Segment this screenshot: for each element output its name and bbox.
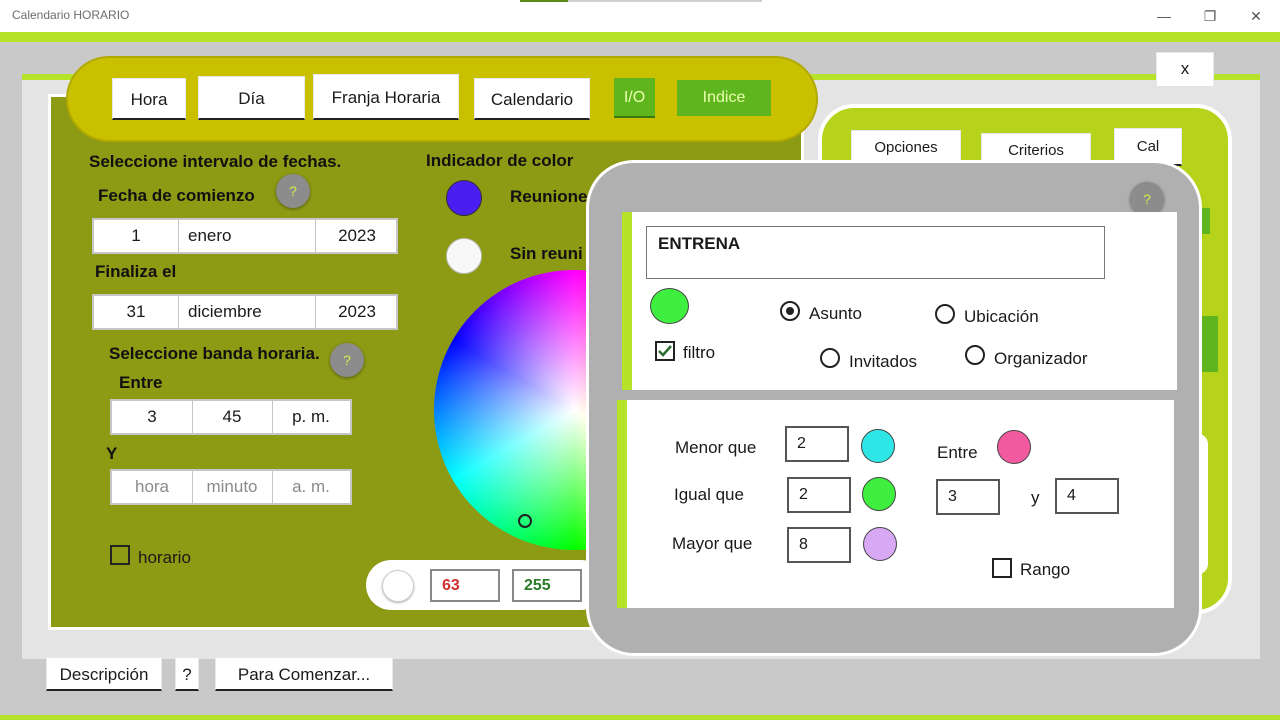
tab-hora[interactable]: Hora <box>112 78 186 120</box>
and-hour-placeholder[interactable]: hora <box>112 471 193 503</box>
descripcion-button[interactable]: Descripción <box>46 657 162 691</box>
tab-franja-horaria[interactable]: Franja Horaria <box>313 74 459 120</box>
radio-organizador[interactable] <box>965 345 985 365</box>
no-meetings-color-swatch[interactable] <box>446 238 482 274</box>
minimize-icon[interactable]: — <box>1152 6 1176 26</box>
end-month[interactable]: diciembre <box>178 296 316 328</box>
tab-io[interactable]: I/O <box>614 78 655 118</box>
rango-checkbox[interactable] <box>992 558 1012 578</box>
between-label: Entre <box>119 373 163 392</box>
between-minute[interactable]: 45 <box>192 401 273 433</box>
filter-checkbox[interactable] <box>655 341 675 361</box>
popup-text-input[interactable]: ENTRENA <box>646 226 1105 279</box>
and-ampm-placeholder[interactable]: a. m. <box>272 471 350 503</box>
close-panel-button[interactable]: x <box>1156 52 1214 86</box>
color-picker-handle[interactable] <box>518 514 532 528</box>
end-label: Finaliza el <box>95 262 177 281</box>
color-indicator-title: Indicador de color <box>426 151 574 170</box>
help-bottom-button[interactable]: ? <box>175 657 199 691</box>
radio-asunto[interactable] <box>780 301 800 321</box>
radio-selected-dot <box>786 307 794 315</box>
and-minute-placeholder[interactable]: minuto <box>192 471 273 503</box>
title-accent <box>520 0 568 2</box>
greater-color-swatch[interactable] <box>863 527 897 561</box>
tab-indice[interactable]: Indice <box>677 80 771 116</box>
greater-label: Mayor que <box>672 534 753 553</box>
between-time-field[interactable]: 3 45 p. m. <box>110 399 352 435</box>
radio-invitados[interactable] <box>820 348 840 368</box>
close-window-icon[interactable]: ✕ <box>1244 6 1268 26</box>
less-value-input[interactable]: 2 <box>785 426 849 462</box>
between-color-swatch[interactable] <box>997 430 1031 464</box>
end-day[interactable]: 31 <box>94 296 179 328</box>
and-label: Y <box>106 444 118 463</box>
horario-checkbox[interactable] <box>110 545 130 565</box>
end-year[interactable]: 2023 <box>316 296 398 328</box>
between-hour[interactable]: 3 <box>112 401 193 433</box>
no-meetings-label: Sin reuni <box>510 244 583 263</box>
organizador-label: Organizador <box>994 349 1088 368</box>
bottom-accent-bar <box>0 715 1280 720</box>
equal-value-input[interactable]: 2 <box>787 477 851 513</box>
title-accent-gray <box>568 0 762 2</box>
range-title: Seleccione intervalo de fechas. <box>89 152 342 171</box>
invitados-label: Invitados <box>849 352 918 371</box>
horario-label: horario <box>138 548 191 567</box>
meetings-color-swatch[interactable] <box>446 180 482 216</box>
greater-value-input[interactable]: 8 <box>787 527 851 563</box>
radio-ubicacion[interactable] <box>935 304 955 324</box>
para-comenzar-button[interactable]: Para Comenzar... <box>215 657 393 691</box>
asunto-label: Asunto <box>809 304 862 323</box>
less-label: Menor que <box>675 438 757 457</box>
start-label: Fecha de comienzo <box>98 186 255 205</box>
between-ampm[interactable]: p. m. <box>272 401 350 433</box>
and-time-field[interactable]: hora minuto a. m. <box>110 469 352 505</box>
y-label: y <box>1031 488 1040 507</box>
top-accent-bar <box>0 32 1280 42</box>
start-year[interactable]: 2023 <box>316 220 398 252</box>
tab-calendario[interactable]: Calendario <box>474 78 590 120</box>
ubicacion-label: Ubicación <box>964 307 1039 326</box>
rgb-green-field[interactable]: 255 <box>512 569 582 602</box>
band-title: Seleccione banda horaria. <box>109 344 320 363</box>
help-start-button[interactable]: ? <box>276 174 310 208</box>
filter-label: filtro <box>683 343 716 362</box>
popup-help-button[interactable]: ? <box>1130 182 1164 216</box>
rgb-red-field[interactable]: 63 <box>430 569 500 602</box>
between-to-input[interactable]: 4 <box>1055 478 1119 514</box>
restore-icon[interactable]: ❐ <box>1198 6 1222 26</box>
preview-swatch <box>382 570 414 602</box>
popup-color-swatch[interactable] <box>650 288 689 324</box>
meetings-label: Reunione <box>510 187 588 206</box>
title-bar: Calendario HORARIO — ❐ ✕ <box>0 0 1280 32</box>
equal-color-swatch[interactable] <box>862 477 896 511</box>
between-range-label: Entre <box>937 443 978 462</box>
window-title: Calendario HORARIO <box>12 8 130 22</box>
less-color-swatch[interactable] <box>861 429 895 463</box>
help-band-button[interactable]: ? <box>330 343 364 377</box>
check-icon <box>658 345 672 357</box>
start-month[interactable]: enero <box>178 220 316 252</box>
equal-label: Igual que <box>674 485 744 504</box>
start-day[interactable]: 1 <box>94 220 179 252</box>
tab-dia[interactable]: Día <box>198 76 305 120</box>
end-date-field[interactable]: 31 diciembre 2023 <box>92 294 398 330</box>
rango-label: Rango <box>1020 560 1071 579</box>
between-from-input[interactable]: 3 <box>936 479 1000 515</box>
start-date-field[interactable]: 1 enero 2023 <box>92 218 398 254</box>
